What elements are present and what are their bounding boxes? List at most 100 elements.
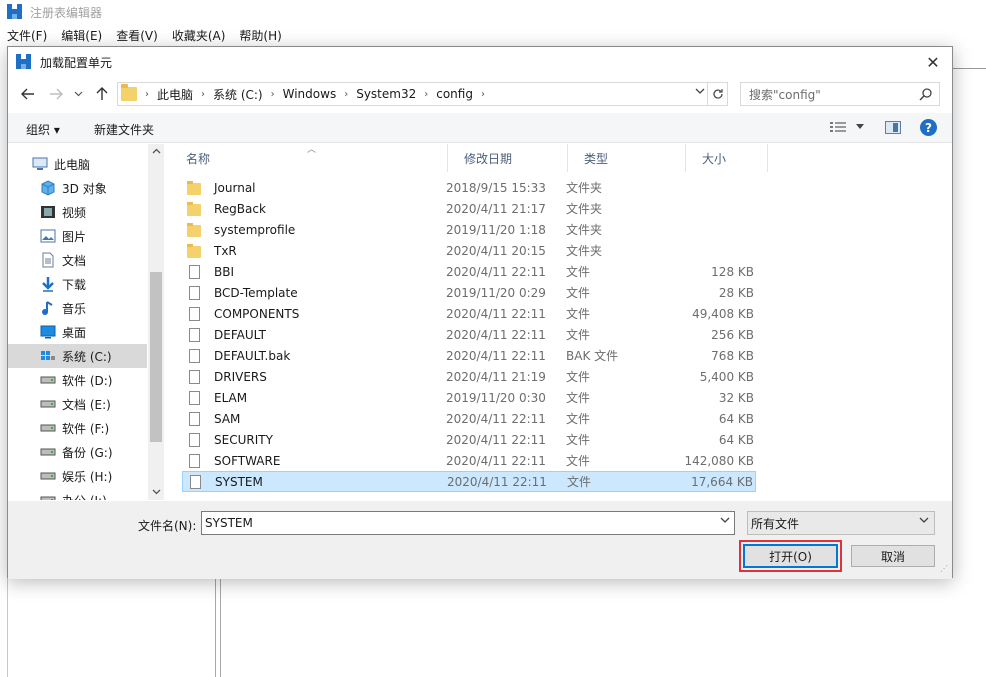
recent-locations-button[interactable] bbox=[68, 84, 88, 104]
file-row[interactable]: BBI 2020/4/11 22:11 文件 128 KB bbox=[182, 261, 756, 282]
file-row[interactable]: BCD-Template 2019/11/20 0:29 文件 28 KB bbox=[182, 282, 756, 303]
nav-item[interactable]: 备份 (G:) bbox=[8, 440, 147, 464]
view-options-button[interactable] bbox=[830, 121, 846, 136]
chevron-right-icon[interactable]: › bbox=[344, 89, 348, 100]
file-name: DEFAULT bbox=[214, 327, 266, 342]
nav-item[interactable]: 下载 bbox=[8, 272, 147, 296]
new-folder-button[interactable]: 新建文件夹 bbox=[94, 121, 154, 138]
file-name: SAM bbox=[214, 411, 241, 426]
nav-item[interactable]: 软件 (F:) bbox=[8, 416, 147, 440]
file-type-filter[interactable]: 所有文件 bbox=[747, 511, 935, 535]
file-name: SECURITY bbox=[214, 432, 273, 447]
chevron-right-icon[interactable]: › bbox=[424, 89, 428, 100]
file-row[interactable]: DEFAULT.bak 2020/4/11 22:11 BAK 文件 768 KB bbox=[182, 345, 756, 366]
drive-icon bbox=[40, 396, 56, 412]
file-date: 2020/4/11 21:19 bbox=[446, 369, 546, 384]
chevron-right-icon[interactable]: › bbox=[271, 89, 275, 100]
app-title: 注册表编辑器 bbox=[30, 5, 103, 20]
nav-item[interactable]: 图片 bbox=[8, 224, 147, 248]
app-splitter[interactable] bbox=[215, 578, 216, 677]
file-row[interactable]: SECURITY 2020/4/11 22:11 文件 64 KB bbox=[182, 429, 756, 450]
column-header-date[interactable]: 修改日期 bbox=[448, 144, 568, 172]
nav-item[interactable]: 桌面 bbox=[8, 320, 147, 344]
address-bar[interactable]: › 此电脑 › 系统 (C:) › Windows › System32 › c… bbox=[117, 82, 728, 106]
nav-item-label: 软件 (F:) bbox=[62, 421, 110, 436]
chevron-right-icon[interactable]: › bbox=[481, 89, 485, 100]
app-menu-item[interactable]: 编辑(E) bbox=[54, 27, 109, 44]
file-date: 2020/4/11 22:11 bbox=[446, 411, 546, 426]
navigation-scrollbar[interactable] bbox=[148, 144, 164, 500]
details-view-icon bbox=[830, 122, 846, 132]
address-history-button[interactable] bbox=[695, 87, 705, 98]
column-header-size[interactable]: 大小 bbox=[686, 144, 768, 172]
help-icon[interactable]: ? bbox=[920, 119, 937, 136]
file-type: 文件 bbox=[567, 475, 592, 489]
file-type: 文件 bbox=[566, 391, 591, 405]
nav-item[interactable]: 文档 bbox=[8, 248, 147, 272]
app-menu-item[interactable]: 帮助(H) bbox=[232, 27, 288, 44]
chevron-right-icon[interactable]: › bbox=[201, 89, 205, 100]
file-row[interactable]: SAM 2020/4/11 22:11 文件 64 KB bbox=[182, 408, 756, 429]
file-row[interactable]: systemprofile 2019/11/20 1:18 文件夹 bbox=[182, 219, 756, 240]
nav-item-label: 备份 (G:) bbox=[62, 445, 113, 460]
cancel-button[interactable]: 取消 bbox=[851, 545, 935, 567]
scroll-up-button[interactable] bbox=[148, 147, 164, 157]
file-row[interactable]: SOFTWARE 2020/4/11 22:11 文件 142,080 KB bbox=[182, 450, 756, 471]
command-bar: 组织 ▾ 新建文件夹 ? bbox=[8, 113, 952, 143]
nav-item[interactable]: 视频 bbox=[8, 200, 147, 224]
filename-history-button[interactable] bbox=[720, 516, 730, 527]
breadcrumb-this-pc[interactable]: 此电脑 bbox=[157, 86, 193, 103]
drive-icon bbox=[40, 468, 56, 484]
breadcrumb-config[interactable]: config bbox=[436, 87, 473, 101]
file-row[interactable]: ELAM 2019/11/20 0:30 文件 32 KB bbox=[182, 387, 756, 408]
file-size: 768 KB bbox=[711, 348, 754, 363]
nav-item[interactable]: 此电脑 bbox=[8, 152, 147, 176]
organize-menu[interactable]: 组织 ▾ bbox=[26, 121, 60, 138]
drive-icon bbox=[40, 444, 56, 460]
download-icon bbox=[40, 276, 56, 292]
file-date: 2019/11/20 0:30 bbox=[446, 390, 546, 405]
nav-item[interactable]: 办公 (I:) bbox=[8, 488, 147, 500]
file-row[interactable]: TxR 2020/4/11 20:15 文件夹 bbox=[182, 240, 756, 261]
nav-item-label: 桌面 bbox=[62, 325, 87, 340]
breadcrumb-system32[interactable]: System32 bbox=[356, 87, 416, 101]
back-button[interactable] bbox=[18, 84, 38, 104]
filename-input[interactable]: SYSTEM bbox=[201, 511, 735, 535]
file-row[interactable]: COMPONENTS 2020/4/11 22:11 文件 49,408 KB bbox=[182, 303, 756, 324]
view-dropdown-button[interactable] bbox=[856, 122, 864, 132]
nav-item[interactable]: 娱乐 (H:) bbox=[8, 464, 147, 488]
search-input[interactable]: 搜索"config" bbox=[740, 82, 940, 106]
column-header-name[interactable]: 名称 ︿ bbox=[170, 144, 448, 172]
nav-item-label: 视频 bbox=[62, 205, 87, 220]
file-row[interactable]: DRIVERS 2020/4/11 21:19 文件 5,400 KB bbox=[182, 366, 756, 387]
file-row[interactable]: RegBack 2020/4/11 21:17 文件夹 bbox=[182, 198, 756, 219]
chevron-down-icon bbox=[74, 91, 82, 97]
open-button[interactable]: 打开(O) bbox=[743, 544, 838, 568]
up-button[interactable] bbox=[92, 84, 112, 104]
scroll-down-button[interactable] bbox=[148, 488, 164, 498]
column-header-type[interactable]: 类型 bbox=[568, 144, 686, 172]
nav-item[interactable]: 文档 (E:) bbox=[8, 392, 147, 416]
app-menu-item[interactable]: 收藏夹(A) bbox=[165, 27, 233, 44]
app-menu-item[interactable]: 查看(V) bbox=[109, 27, 165, 44]
refresh-button[interactable] bbox=[707, 83, 727, 105]
nav-item[interactable]: 音乐 bbox=[8, 296, 147, 320]
breadcrumb-windows[interactable]: Windows bbox=[283, 87, 337, 101]
resize-grip-icon[interactable]: ⋰ bbox=[940, 565, 950, 577]
file-list: 名称 ︿ 修改日期 类型 大小 Journal 2018/9/15 15:33 文件… bbox=[170, 144, 954, 500]
breadcrumb-system-drive[interactable]: 系统 (C:) bbox=[213, 86, 263, 103]
forward-button[interactable] bbox=[46, 84, 66, 104]
app-menu-item[interactable]: 文件(F) bbox=[0, 27, 54, 44]
music-icon bbox=[40, 300, 56, 316]
file-row[interactable]: SYSTEM 2020/4/11 22:11 文件 17,664 KB bbox=[182, 471, 756, 492]
file-row[interactable]: Journal 2018/9/15 15:33 文件夹 bbox=[182, 177, 756, 198]
file-icon bbox=[186, 348, 202, 364]
nav-item[interactable]: 系统 (C:) bbox=[8, 344, 147, 368]
file-row[interactable]: DEFAULT 2020/4/11 22:11 文件 256 KB bbox=[182, 324, 756, 345]
nav-item[interactable]: 软件 (D:) bbox=[8, 368, 147, 392]
app-header-line bbox=[952, 68, 986, 69]
scroll-thumb[interactable] bbox=[150, 272, 162, 442]
close-button[interactable]: ✕ bbox=[918, 49, 948, 75]
preview-pane-button[interactable] bbox=[885, 121, 901, 134]
nav-item[interactable]: 3D 对象 bbox=[8, 176, 147, 200]
